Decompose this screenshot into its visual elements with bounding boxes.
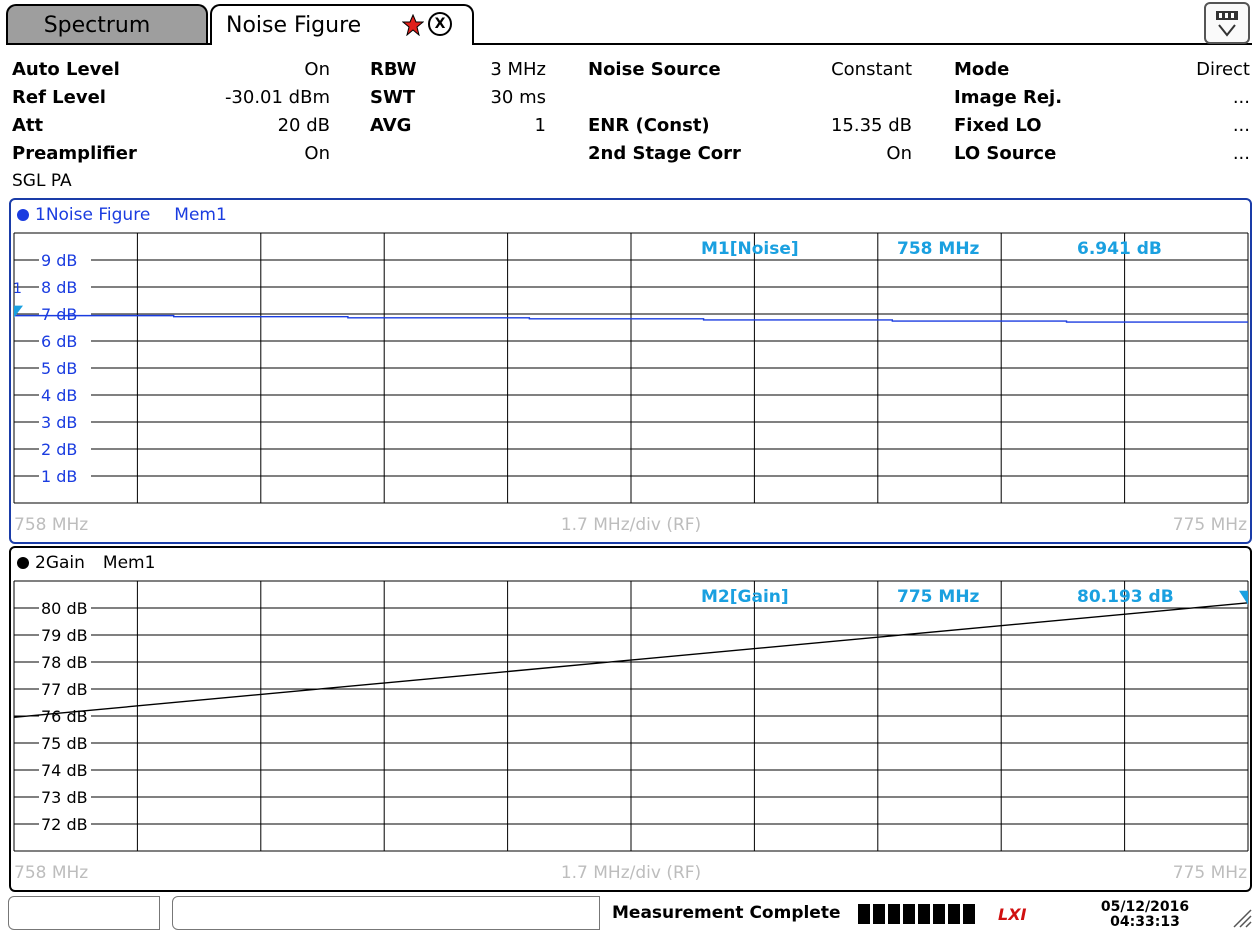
marker-value: 6.941 dB [1077, 239, 1162, 259]
auto-level-value[interactable]: On [250, 59, 330, 80]
marker-frequency: 775 MHz [897, 587, 980, 607]
rbw-value[interactable]: 3 MHz [440, 59, 546, 80]
tab-spectrum-label: Spectrum [43, 12, 151, 38]
avg-label: AVG [370, 115, 412, 136]
progress-bar [858, 904, 975, 924]
x-axis-label: 1.7 MHz/div (RF) [561, 515, 701, 535]
stage2-label: 2nd Stage Corr [588, 143, 741, 164]
y-tick-label: 73 dB [41, 788, 88, 807]
ref-level-value[interactable]: -30.01 dBm [190, 87, 330, 108]
status-field-2[interactable] [172, 896, 600, 930]
y-tick-label: 9 dB [41, 251, 77, 270]
ref-level-label: Ref Level [12, 87, 106, 108]
noise-figure-chart[interactable]: 9 dB 8 dB 7 dB 6 dB 5 dB 4 dB 3 dB 2 dB 1 dB M1[N… [11, 200, 1250, 542]
y-tick-label: 77 dB [41, 680, 88, 699]
att-value[interactable]: 20 dB [230, 115, 330, 136]
status-time: 04:33:13 PM [1110, 914, 1180, 930]
y-tick-label: 79 dB [41, 626, 88, 645]
lo-source-label: LO Source [954, 143, 1057, 164]
status-date: 05/12/2016 [1100, 899, 1190, 915]
lo-source-value[interactable]: ... [1120, 143, 1250, 164]
status-field-1[interactable] [8, 896, 160, 930]
preamp-value[interactable]: On [250, 143, 330, 164]
tab-noise-figure[interactable]: Noise Figure X [210, 4, 474, 44]
x-stop-label: 775 MHz [1173, 515, 1247, 535]
fixed-lo-value[interactable]: ... [1120, 115, 1250, 136]
fixed-lo-label: Fixed LO [954, 115, 1042, 136]
enr-label: ENR (Const) [588, 115, 710, 136]
y-tick-label: 80 dB [41, 599, 88, 618]
enr-value[interactable]: 15.35 dB [780, 115, 912, 136]
mode-label: Mode [954, 59, 1010, 80]
marker-value: 80.193 dB [1077, 587, 1174, 607]
pin-icon[interactable] [402, 14, 424, 36]
tab-underline [6, 43, 1252, 45]
image-rej-value[interactable]: ... [1120, 87, 1250, 108]
y-tick-label: 5 dB [41, 359, 77, 378]
rbw-label: RBW [370, 59, 417, 80]
menu-icon[interactable] [1204, 2, 1250, 44]
close-icon[interactable]: X [428, 12, 452, 36]
noise-source-label: Noise Source [588, 59, 721, 80]
x-axis-label: 1.7 MHz/div (RF) [561, 863, 701, 883]
swt-label: SWT [370, 87, 416, 108]
y-tick-label: 2 dB [41, 440, 77, 459]
noise-figure-window[interactable]: 1Noise Figure Mem1 9 dB 8 dB 7 dB 6 dB 5 dB 4… [9, 198, 1252, 544]
avg-value[interactable]: 1 [440, 115, 546, 136]
stage2-value[interactable]: On [780, 143, 912, 164]
y-tick-label: 3 dB [41, 413, 77, 432]
auto-level-label: Auto Level [12, 59, 120, 80]
y-tick-label: 8 dB [41, 278, 77, 297]
lxi-logo: LXI [998, 905, 1027, 924]
y-tick-label: 72 dB [41, 815, 88, 834]
preamp-label: Preamplifier [12, 143, 137, 164]
marker-frequency: 758 MHz [897, 239, 980, 259]
y-tick-label: 78 dB [41, 653, 88, 672]
tab-noise-figure-label: Noise Figure [226, 12, 362, 38]
image-rej-label: Image Rej. [954, 87, 1063, 108]
gain-window[interactable]: 2Gain Mem1 80 dB 79 dB 78 dB 77 dB 76 dB 75 d… [9, 546, 1252, 892]
progress-segment [948, 904, 960, 924]
progress-segment [873, 904, 885, 924]
swt-value[interactable]: 30 ms [440, 87, 546, 108]
y-tick-label: 4 dB [41, 386, 77, 405]
gain-chart[interactable]: 80 dB 79 dB 78 dB 77 dB 76 dB 75 dB 74 dB 73 dB… [11, 548, 1250, 890]
y-tick-label: 1 dB [41, 467, 77, 486]
progress-segment [963, 904, 975, 924]
y-tick-label: 76 dB [41, 707, 88, 726]
marker-label: M2[Gain] [701, 587, 789, 607]
progress-segment [903, 904, 915, 924]
status-message: Measurement Complete [612, 903, 841, 923]
y-tick-label: 74 dB [41, 761, 88, 780]
x-start-label: 758 MHz [14, 515, 88, 535]
sgl-pa-label: SGL PA [12, 171, 72, 191]
y-tick-label: 75 dB [41, 734, 88, 753]
progress-segment [933, 904, 945, 924]
y-tick-label: 6 dB [41, 332, 77, 351]
tab-spectrum[interactable]: Spectrum [6, 4, 208, 44]
noise-source-value[interactable]: Constant [780, 59, 912, 80]
resize-grip-icon[interactable] [1228, 904, 1252, 928]
y-tick-label: 7 dB [41, 305, 77, 324]
progress-segment [888, 904, 900, 924]
progress-segment [918, 904, 930, 924]
x-start-label: 758 MHz [14, 863, 88, 883]
att-label: Att [12, 115, 44, 136]
mode-value[interactable]: Direct [1120, 59, 1250, 80]
x-stop-label: 775 MHz [1173, 863, 1247, 883]
progress-segment [858, 904, 870, 924]
marker-label: M1[Noise] [701, 239, 799, 259]
trace-ref-label: 1 [13, 281, 22, 297]
